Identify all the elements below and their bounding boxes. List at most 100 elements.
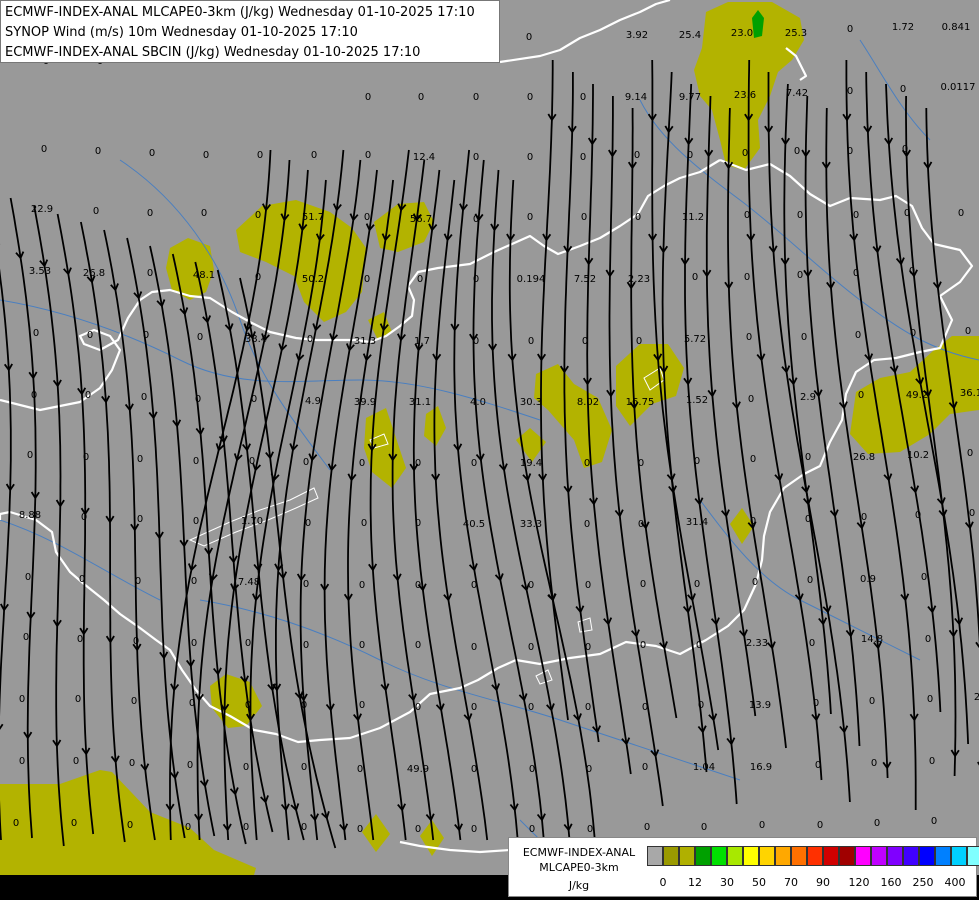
station-value: 0 (19, 756, 25, 767)
station-value: 0 (307, 334, 313, 345)
station-value: 0 (255, 210, 261, 221)
station-value: 0 (969, 508, 975, 519)
station-value: 0 (473, 214, 479, 225)
station-value: 0 (79, 574, 85, 585)
legend-tick-label: 0 (659, 876, 667, 889)
station-value: 0 (359, 640, 365, 651)
station-value: 0 (189, 698, 195, 709)
station-value: 0 (187, 760, 193, 771)
station-value: 0 (750, 516, 756, 527)
station-value: 22.9 (31, 204, 53, 215)
legend-title-line2: MLCAPE0-3km (539, 861, 619, 874)
station-value: 0 (528, 642, 534, 653)
station-value: 0 (25, 572, 31, 583)
legend-swatch (855, 846, 871, 866)
legend-tick-label: 50 (752, 876, 766, 889)
station-value: 49.2 (906, 390, 928, 401)
station-value: 0 (415, 458, 421, 469)
station-value: 33.3 (520, 519, 542, 530)
station-value: 19.4 (520, 458, 542, 469)
station-value: 0 (365, 92, 371, 103)
station-value: 0 (77, 634, 83, 645)
station-value: 0 (133, 636, 139, 647)
station-value: 0 (904, 208, 910, 219)
station-value: 0 (143, 330, 149, 341)
station-value: 0 (644, 822, 650, 833)
station-value: 0 (471, 580, 477, 591)
station-value: 0 (417, 274, 423, 285)
station-value: 0 (81, 512, 87, 523)
station-value: 0 (415, 640, 421, 651)
station-value: 0 (73, 756, 79, 767)
station-value: 0 (529, 764, 535, 775)
station-value: 0.9 (860, 574, 876, 585)
station-value: 0 (303, 640, 309, 651)
station-value: 0 (642, 702, 648, 713)
station-value: 25.3 (785, 28, 807, 39)
station-value: 0 (255, 272, 261, 283)
station-value: 1.72 (892, 22, 914, 33)
station-value: 0 (303, 457, 309, 468)
station-value: 0 (638, 519, 644, 530)
station-value: 39.9 (354, 397, 376, 408)
station-value: 0 (584, 458, 590, 469)
station-value: 0 (580, 152, 586, 163)
station-value: 16.75 (626, 397, 655, 408)
station-value: 0 (85, 390, 91, 401)
station-value: 0 (527, 212, 533, 223)
station-value: 8.02 (577, 397, 599, 408)
station-value: 9.14 (625, 92, 647, 103)
legend-tick-label: 120 (848, 876, 870, 889)
station-value: 0 (744, 210, 750, 221)
station-value: 0 (243, 822, 249, 833)
station-value: 0 (193, 516, 199, 527)
station-value: 0 (528, 580, 534, 591)
station-value: 0 (805, 452, 811, 463)
station-value: 0 (201, 208, 207, 219)
station-value: 0 (357, 764, 363, 775)
station-value: 0 (141, 392, 147, 403)
legend-ticks: 0 12 30 50 70 90 120 160 250 400 (647, 876, 977, 890)
legend-tick-label: 400 (944, 876, 966, 889)
station-value: 0 (909, 266, 915, 277)
station-value: 30.3 (520, 397, 542, 408)
station-value: 1.04 (693, 762, 715, 773)
station-value: 50.2 (302, 274, 324, 285)
station-value: 0 (527, 92, 533, 103)
legend-tick-label: 30 (720, 876, 734, 889)
legend-swatch (647, 846, 663, 866)
station-value: 2 (974, 692, 979, 703)
station-value: 25.4 (679, 30, 701, 41)
station-value: 0 (861, 512, 867, 523)
station-value: 0.0117 (941, 82, 976, 93)
station-value: 8.88 (19, 510, 41, 521)
legend-swatch (967, 846, 979, 866)
station-value: 0 (687, 150, 693, 161)
station-value: 0 (759, 820, 765, 831)
station-value: 14.8 (861, 634, 883, 645)
header-line-sbcin: ECMWF-INDEX-ANAL SBCIN (J/kg) Wednesday … (5, 45, 421, 60)
station-value: 0 (147, 208, 153, 219)
station-value: 0 (635, 212, 641, 223)
station-value: 0 (27, 450, 33, 461)
weather-map[interactable]: 03.9225.423.025.301.720.84100000009.149.… (0, 0, 979, 900)
station-value: 0 (958, 208, 964, 219)
station-value: 0 (31, 390, 37, 401)
station-value: 0 (191, 576, 197, 587)
legend-swatches (647, 846, 979, 866)
station-value: 0 (471, 642, 477, 653)
station-value: 0 (131, 696, 137, 707)
station-value: 0 (640, 640, 646, 651)
station-value: 0 (19, 694, 25, 705)
station-value: 0 (33, 328, 39, 339)
legend-swatch (759, 846, 775, 866)
station-value: 0 (585, 642, 591, 653)
station-value: 0 (797, 270, 803, 281)
station-value: 0 (965, 326, 971, 337)
station-value: 0 (847, 146, 853, 157)
legend-swatch (823, 846, 839, 866)
station-value: 0 (746, 332, 752, 343)
station-value: 0 (871, 758, 877, 769)
station-value: 0 (696, 640, 702, 651)
station-value: 0 (473, 92, 479, 103)
